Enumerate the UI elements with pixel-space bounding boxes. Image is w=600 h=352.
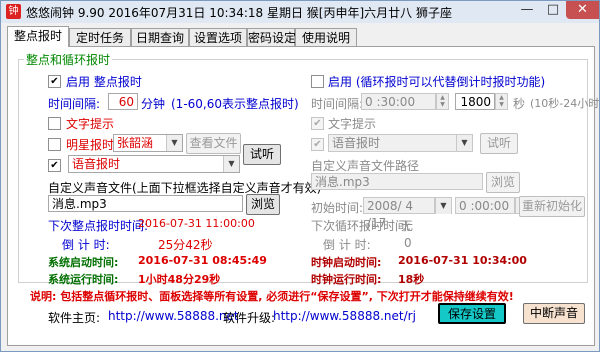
title-bar: 钟 悠悠闹钟 9.90 2016年07月31日 10:34:18 星期日 猴[丙… — [1, 1, 599, 23]
interval-label: 时间间隔: — [48, 97, 101, 111]
loop-seconds-spinner[interactable]: ▲ ▼ — [495, 93, 508, 110]
next-loop-value: 无 — [401, 219, 414, 233]
clock-run-label: 时钟运行时间: — [311, 273, 382, 286]
loop-custom-sound-label: 自定义声音文件路径 — [311, 159, 420, 173]
countdown-label-right: 倒 计 时: — [323, 238, 371, 252]
loop-interval-input[interactable]: 0 :30:00 — [361, 93, 436, 110]
tab-settings[interactable]: 设置选项 — [189, 28, 247, 47]
enable-hourly-checkbox[interactable]: ✔ — [48, 75, 61, 88]
star-select-value: 张韶涵 — [117, 136, 154, 150]
chevron-down-icon: ▼ — [456, 135, 472, 151]
save-settings-button[interactable]: 保存设置 — [438, 303, 506, 324]
save-note: 说明: 包括整点循环报时、面板选择等所有设置, 必须进行“保存设置”, 下次打开… — [30, 290, 514, 303]
app-window: 钟 悠悠闹钟 9.90 2016年07月31日 10:34:18 星期日 猴[丙… — [0, 0, 600, 352]
minimize-button[interactable]: — — [514, 1, 540, 19]
maximize-button[interactable]: □ — [540, 1, 566, 19]
loop-text-tip-label: 文字提示 — [328, 117, 377, 131]
custom-sound-input-left[interactable]: 消息.mp3 — [48, 195, 243, 212]
custom-sound-input-right[interactable]: 消息.mp3 — [311, 173, 483, 190]
loop-voice-checkbox[interactable]: ✔ — [311, 138, 324, 151]
loop-seconds-hint: (10秒-24小时) — [530, 97, 600, 110]
voice-select-right-value: 语音报时 — [332, 136, 381, 150]
reinit-button[interactable]: 重新初始化 — [519, 196, 585, 217]
loop-seconds-input[interactable]: 1800 — [455, 93, 495, 110]
star-chime-label: 明星报时 — [66, 138, 115, 152]
interval-minutes-input[interactable]: 60 — [108, 93, 138, 110]
clock-start-label: 时钟启动时间: — [311, 256, 382, 269]
window-title: 悠悠闹钟 9.90 2016年07月31日 10:34:18 星期日 猴[丙申年… — [26, 6, 452, 20]
tab-timed-tasks[interactable]: 定时任务 — [69, 28, 131, 47]
init-time-input[interactable]: 0 :00:00 — [455, 197, 515, 214]
next-loop-label: 下次循环报时时间: — [311, 219, 412, 233]
stop-sound-button[interactable]: 中断声音 — [523, 303, 585, 324]
star-chime-checkbox[interactable] — [48, 138, 61, 151]
upgrade-link[interactable]: http://www.58888.net/rj — [273, 309, 416, 323]
text-tip-checkbox[interactable] — [48, 117, 61, 130]
test-button-left[interactable]: 试听 — [243, 144, 281, 165]
tab-help[interactable]: 使用说明 — [295, 28, 357, 47]
enable-loop-label: 启用 (循环报时可以代替倒计时报时功能) — [328, 75, 546, 89]
enable-loop-checkbox[interactable] — [311, 75, 324, 88]
clock-run-value: 18秒 — [398, 273, 425, 286]
interval-unit: 分钟 — [141, 97, 166, 111]
system-start-value: 2016-07-31 08:45:49 — [138, 254, 267, 267]
loop-interval-label: 时间间隔: — [311, 97, 364, 111]
homepage-label: 软件主页: — [48, 311, 101, 325]
app-icon: 钟 — [6, 4, 21, 19]
star-select[interactable]: 张韶涵 ▼ — [113, 134, 183, 152]
chevron-down-icon: ▼ — [435, 198, 451, 214]
loop-seconds-unit: 秒 — [513, 97, 526, 111]
tab-panel: 整点和循环报时 ✔ 启用 整点报时 时间间隔: 60 分钟 (1-60,60表示… — [7, 46, 600, 346]
voice-chime-checkbox[interactable]: ✔ — [48, 159, 61, 172]
text-tip-label: 文字提示 — [66, 117, 115, 131]
test-button-right[interactable]: 试听 — [480, 133, 518, 154]
init-date-dropdown[interactable]: ▼ — [435, 197, 452, 214]
loop-interval-spinner[interactable]: ▲ ▼ — [436, 93, 449, 110]
system-start-label: 系统启动时间: — [48, 256, 119, 269]
voice-select-left-value: 语音报时 — [72, 157, 121, 171]
tab-date-query[interactable]: 日期查询 — [131, 28, 189, 47]
browse-button-left[interactable]: 浏览 — [246, 194, 280, 215]
voice-select-left[interactable]: 语音报时 ▼ — [68, 155, 240, 173]
interval-hint: (1-60,60表示整点报时) — [171, 97, 299, 111]
clock-start-value: 2016-07-31 10:34:00 — [398, 254, 527, 267]
countdown-label-left: 倒 计 时: — [62, 238, 110, 252]
upgrade-label: 软件升级: — [223, 311, 276, 325]
voice-select-right[interactable]: 语音报时 ▼ — [328, 134, 473, 152]
init-date-input[interactable]: 2008/ 4 /17 — [363, 197, 435, 230]
system-run-label: 系统运行时间: — [48, 273, 119, 286]
browse-button-right[interactable]: 浏览 — [486, 172, 520, 193]
homepage-link[interactable]: http://www.58888.net — [108, 309, 239, 323]
view-file-button[interactable]: 查看文件 — [186, 133, 241, 154]
close-button[interactable]: ✕ — [566, 1, 599, 19]
next-chime-label: 下次整点报时时间: — [48, 219, 149, 233]
group-title: 整点和循环报时 — [24, 51, 113, 68]
chevron-down-icon: ▼ — [223, 156, 239, 172]
custom-sound-label: 自定义声音文件(上面下拉框选择自定义声音才有效) — [48, 181, 322, 195]
countdown-value-right: 0 — [404, 236, 412, 250]
tab-password[interactable]: 密码设定 — [247, 28, 296, 47]
init-time-label: 初始时间: — [311, 201, 364, 215]
chevron-down-icon: ▼ — [166, 135, 182, 151]
loop-text-tip-checkbox[interactable]: ✔ — [311, 117, 324, 130]
system-run-value: 1小时48分29秒 — [138, 273, 221, 286]
countdown-value-left: 25分42秒 — [158, 238, 213, 252]
tab-hourly-chime[interactable]: 整点报时 — [7, 26, 69, 47]
enable-hourly-label: 启用 整点报时 — [66, 75, 142, 89]
next-chime-value: 2016-07-31 11:00:00 — [138, 217, 255, 230]
